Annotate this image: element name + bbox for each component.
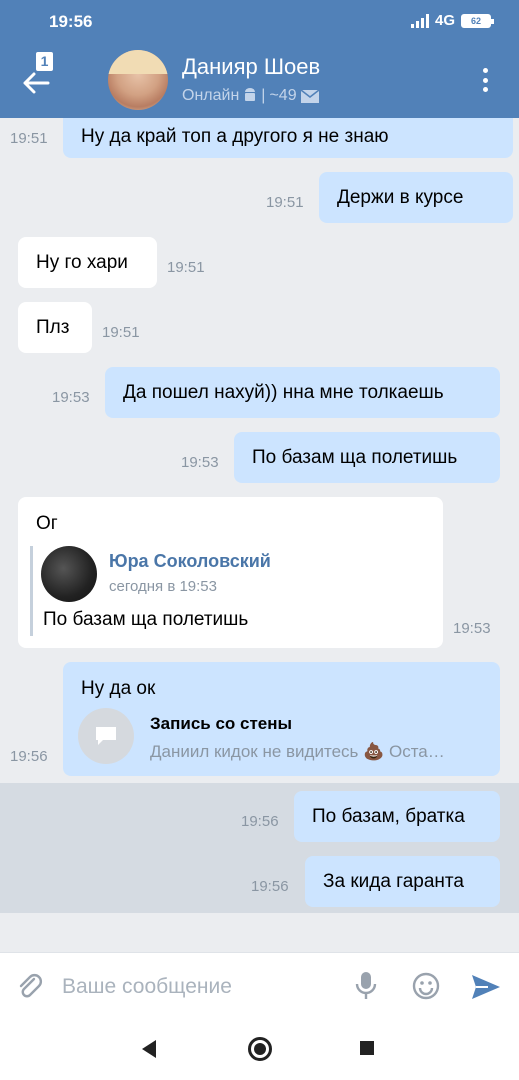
attach-icon[interactable] <box>16 973 44 1001</box>
message-text: Ог <box>36 513 58 534</box>
unread-badge: 1 <box>36 52 53 71</box>
message-text: По базам, братка <box>312 805 465 827</box>
nav-back-icon[interactable] <box>142 1040 156 1058</box>
message-bubble-in[interactable]: Ну го хари <box>18 237 157 288</box>
message-time: 19:53 <box>453 620 491 637</box>
message-time: 19:56 <box>251 878 289 895</box>
wall-post-title: Запись со стены <box>150 714 293 733</box>
message-time: 19:51 <box>266 194 304 211</box>
message-bubble-out-selected[interactable]: По базам, братка <box>294 791 500 842</box>
forward-author-avatar <box>41 546 97 602</box>
chat-title[interactable]: Данияр Шоев <box>182 54 320 80</box>
microphone-icon[interactable] <box>354 971 378 1001</box>
wall-post-preview: Даниил кидок не видитесь 💩 Оста… <box>150 742 445 761</box>
status-time: 19:56 <box>49 12 93 31</box>
message-bubble-out[interactable]: По базам ща полетишь <box>234 432 500 483</box>
more-menu-icon[interactable] <box>481 68 489 92</box>
signal-icon <box>410 13 429 28</box>
message-bubble-out[interactable]: Держи в курсе <box>319 172 513 223</box>
message-time: 19:51 <box>102 324 140 341</box>
status-bar: 19:56 4G 62 <box>0 0 519 44</box>
message-text: За кида гаранта <box>323 870 464 892</box>
message-time: 19:56 <box>241 813 279 830</box>
message-time: 19:51 <box>167 259 205 276</box>
wall-post-attachment[interactable]: Запись со стены Даниил кидок не видитесь… <box>78 708 498 768</box>
back-arrow-icon <box>23 72 50 94</box>
message-time: 19:53 <box>181 454 219 471</box>
member-count: ~49 <box>269 87 297 104</box>
message-text: Ну го хари <box>36 251 128 273</box>
separator: | <box>261 87 266 104</box>
message-time: 19:51 <box>10 130 48 147</box>
forward-text: По базам ща полетишь <box>43 609 249 630</box>
forward-date: сегодня в 19:53 <box>109 578 217 595</box>
message-text: Плз <box>36 316 70 338</box>
chat-header: 1 Данияр Шоев Онлайн | ~49 <box>0 44 519 118</box>
message-time: 19:53 <box>52 389 90 406</box>
message-text: По базам ща полетишь <box>252 446 458 468</box>
message-text: Ну да край топ а другого я не знаю <box>81 126 389 147</box>
battery-level: 62 <box>470 15 481 26</box>
wall-post-icon <box>78 708 134 764</box>
message-bubble-in[interactable]: Плз <box>18 302 92 353</box>
message-text: Держи в курсе <box>337 186 464 208</box>
avatar[interactable] <box>108 50 168 110</box>
mail-icon <box>300 89 319 103</box>
forward-author-name[interactable]: Юра Соколовский <box>109 551 271 572</box>
message-composer: Ваше сообщение <box>0 952 519 1018</box>
message-list[interactable]: Ну да край топ а другого я не знаю 19:51… <box>0 118 519 952</box>
emoji-icon[interactable] <box>411 971 441 1001</box>
battery-icon: 62 <box>461 13 494 28</box>
status-right: 4G 62 <box>410 12 494 29</box>
chat-subtitle: Онлайн | ~49 <box>182 87 319 105</box>
message-bubble-out[interactable]: Ну да край топ а другого я не знаю <box>63 118 513 158</box>
message-bubble-out[interactable]: Да пошел нахуй)) нна мне толкаешь <box>105 367 500 418</box>
message-time: 19:56 <box>10 748 48 765</box>
system-navigation-bar <box>0 1018 519 1080</box>
nav-home-icon[interactable] <box>248 1037 272 1061</box>
nav-recents-icon[interactable] <box>360 1041 374 1055</box>
online-status: Онлайн <box>182 87 240 104</box>
message-bubble-out-selected[interactable]: За кида гаранта <box>305 856 500 907</box>
message-text: Ну да ок <box>81 678 156 699</box>
android-icon <box>245 88 256 101</box>
send-icon[interactable] <box>470 973 502 1001</box>
network-type: 4G <box>434 12 455 29</box>
message-text: Да пошел нахуй)) нна мне толкаешь <box>123 381 444 403</box>
message-input[interactable]: Ваше сообщение <box>62 975 232 999</box>
forwarded-message[interactable]: Юра Соколовский сегодня в 19:53 По базам… <box>30 546 430 636</box>
